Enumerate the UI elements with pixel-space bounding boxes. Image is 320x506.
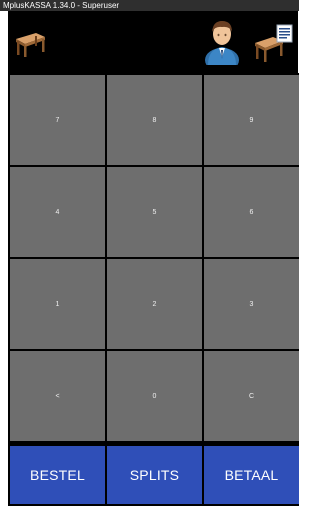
key-2[interactable]: 2 bbox=[107, 259, 202, 349]
pay-button-label: BETAAL bbox=[224, 467, 279, 483]
key-3[interactable]: 3 bbox=[204, 259, 299, 349]
key-1[interactable]: 1 bbox=[10, 259, 105, 349]
key-label: 2 bbox=[152, 300, 157, 308]
left-margin bbox=[0, 11, 8, 506]
key-backspace[interactable]: < bbox=[10, 351, 105, 441]
key-label: 4 bbox=[55, 208, 60, 216]
split-button[interactable]: SPLITS bbox=[107, 446, 202, 504]
action-bar: BESTEL SPLITS BETAAL bbox=[8, 443, 299, 506]
order-button-label: BESTEL bbox=[30, 467, 85, 483]
key-label: 9 bbox=[249, 116, 254, 124]
key-label: 3 bbox=[249, 300, 254, 308]
top-header bbox=[8, 11, 298, 73]
key-4[interactable]: 4 bbox=[10, 167, 105, 257]
window-titlebar: MplusKASSA 1.34.0 - Superuser bbox=[0, 0, 299, 11]
key-label: < bbox=[55, 392, 60, 400]
key-6[interactable]: 6 bbox=[204, 167, 299, 257]
app-title: MplusKASSA 1.34.0 - Superuser bbox=[3, 1, 120, 10]
key-label: 6 bbox=[249, 208, 254, 216]
key-label: 5 bbox=[152, 208, 157, 216]
order-button[interactable]: BESTEL bbox=[10, 446, 105, 504]
key-5[interactable]: 5 bbox=[107, 167, 202, 257]
user-avatar-icon[interactable] bbox=[204, 17, 240, 72]
key-9[interactable]: 9 bbox=[204, 75, 299, 165]
table-icon[interactable] bbox=[14, 29, 46, 57]
key-label: 8 bbox=[152, 116, 157, 124]
numeric-keypad: 7 8 9 4 5 6 1 2 3 < 0 C bbox=[8, 73, 299, 443]
key-label: 1 bbox=[55, 300, 60, 308]
key-label: C bbox=[248, 392, 255, 400]
key-label: 0 bbox=[152, 392, 157, 400]
key-8[interactable]: 8 bbox=[107, 75, 202, 165]
key-clear[interactable]: C bbox=[204, 351, 299, 441]
split-button-label: SPLITS bbox=[129, 467, 180, 483]
key-label: 7 bbox=[55, 116, 60, 124]
key-7[interactable]: 7 bbox=[10, 75, 105, 165]
pay-button[interactable]: BETAAL bbox=[204, 446, 299, 504]
table-list-icon[interactable] bbox=[253, 21, 295, 63]
key-0[interactable]: 0 bbox=[107, 351, 202, 441]
